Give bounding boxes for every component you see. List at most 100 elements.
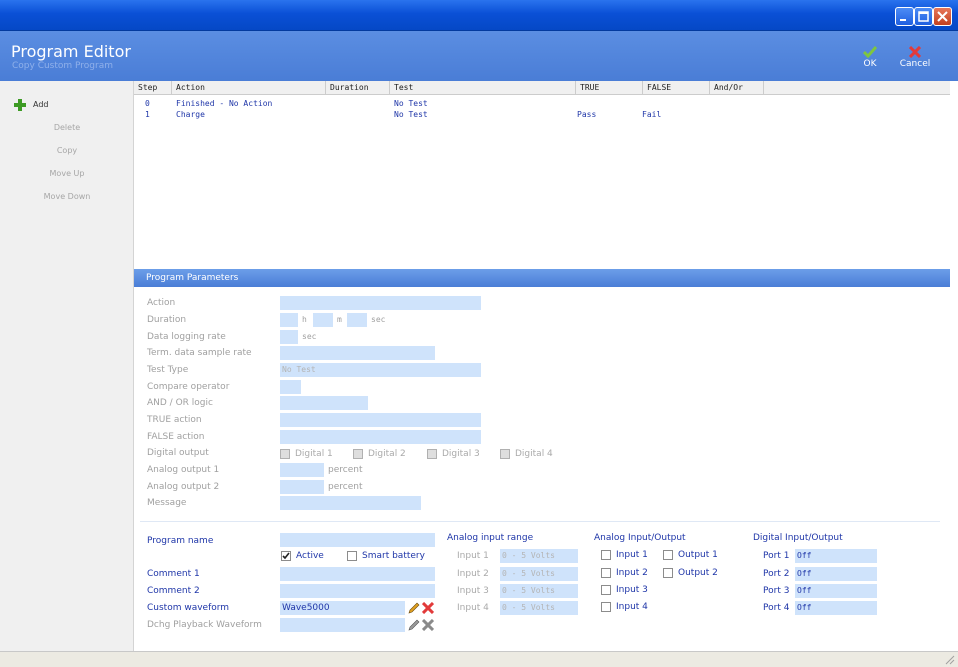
analog-range-input-1-label: Input 1 [457, 551, 489, 561]
copy-button[interactable]: Copy [0, 143, 134, 159]
column-header-true[interactable]: TRUE [576, 81, 643, 95]
dchg-playback-field[interactable] [280, 618, 405, 632]
program-name-label: Program name [147, 536, 214, 546]
test-type-field[interactable]: No Test [280, 363, 481, 377]
close-button[interactable] [933, 7, 952, 26]
cancel-button[interactable]: Cancel [898, 46, 932, 69]
page-subtitle: Copy Custom Program [12, 61, 114, 71]
digital-3-label: Digital 3 [442, 449, 480, 459]
edit-pencil-icon[interactable] [408, 619, 420, 631]
message-field[interactable] [280, 496, 421, 510]
data-logging-rate-field[interactable] [280, 330, 298, 344]
steps-table: Step Action Duration Test TRUE FALSE And… [134, 81, 950, 268]
duration-label: Duration [147, 315, 187, 325]
analog-range-input-4-label: Input 4 [457, 603, 489, 613]
term-rate-field[interactable] [280, 346, 435, 360]
program-parameters-header: Program Parameters [134, 269, 950, 287]
test-type-label: Test Type [147, 365, 189, 375]
compare-operator-field[interactable] [280, 380, 301, 394]
digital-4-checkbox[interactable] [500, 449, 510, 459]
and-or-logic-field[interactable] [280, 396, 368, 410]
move-down-button[interactable]: Move Down [0, 189, 134, 205]
editor-header: Program Editor Copy Custom Program [0, 31, 958, 81]
resize-grip-icon[interactable] [944, 654, 955, 665]
column-header-action[interactable]: Action [172, 81, 326, 95]
column-header-step[interactable]: Step [134, 81, 172, 95]
port-1-label: Port 1 [763, 551, 790, 561]
table-row[interactable]: 1 Charge No Test Pass Fail [134, 109, 950, 120]
port-2-label: Port 2 [763, 569, 790, 579]
duration-minutes-field[interactable] [313, 313, 333, 327]
analog-input-1-label: Input 1 [616, 550, 648, 560]
duration-hours-field[interactable] [280, 313, 298, 327]
table-row[interactable]: 0 Finished - No Action No Test [134, 98, 950, 109]
analog-range-input-1-field[interactable]: 0 - 5 Volts [500, 549, 578, 563]
true-action-field[interactable] [280, 413, 481, 427]
false-action-label: FALSE action [147, 432, 205, 442]
digital-1-label: Digital 1 [295, 449, 333, 459]
comment-1-field[interactable] [280, 567, 435, 581]
analog-output-1-io-label: Output 1 [678, 550, 718, 560]
dchg-playback-label: Dchg Playback Waveform [147, 620, 262, 630]
minimize-button[interactable] [895, 7, 914, 26]
edit-pencil-icon[interactable] [408, 602, 420, 614]
maximize-button[interactable] [914, 7, 933, 26]
hours-unit: h [302, 315, 307, 324]
digital-3-checkbox[interactable] [427, 449, 437, 459]
seconds-unit: sec [371, 315, 386, 324]
false-action-field[interactable] [280, 430, 481, 444]
column-header-and-or[interactable]: And/Or [710, 81, 764, 95]
true-action-label: TRUE action [147, 415, 202, 425]
maximize-icon [918, 11, 929, 22]
column-header-test[interactable]: Test [390, 81, 576, 95]
port-3-field[interactable]: Off [795, 584, 877, 598]
clear-x-icon[interactable] [422, 619, 434, 631]
port-4-field[interactable]: Off [795, 601, 877, 615]
port-3-label: Port 3 [763, 586, 790, 596]
analog-input-2-checkbox[interactable] [601, 568, 611, 578]
add-button[interactable]: Add [0, 97, 134, 113]
ok-button[interactable]: OK [853, 46, 887, 69]
column-header-duration[interactable]: Duration [326, 81, 390, 95]
digital-1-checkbox[interactable] [280, 449, 290, 459]
digital-output-label: Digital output [147, 448, 209, 458]
plus-icon [14, 99, 26, 111]
column-header-false[interactable]: FALSE [643, 81, 710, 95]
digital-4-label: Digital 4 [515, 449, 553, 459]
analog-output-2-checkbox[interactable] [663, 568, 673, 578]
compare-operator-label: Compare operator [147, 382, 230, 392]
analog-range-input-2-field[interactable]: 0 - 5 Volts [500, 567, 578, 581]
analog-input-1-checkbox[interactable] [601, 550, 611, 560]
analog-range-input-4-field[interactable]: 0 - 5 Volts [500, 601, 578, 615]
port-2-field[interactable]: Off [795, 567, 877, 581]
custom-waveform-field[interactable]: Wave5000 [280, 601, 405, 615]
action-field[interactable] [280, 296, 481, 310]
message-label: Message [147, 498, 187, 508]
comment-1-label: Comment 1 [147, 569, 200, 579]
comment-2-label: Comment 2 [147, 586, 200, 596]
program-name-field[interactable] [280, 533, 435, 547]
analog-input-3-label: Input 3 [616, 585, 648, 595]
divider [140, 521, 940, 522]
cancel-x-icon [909, 46, 921, 58]
close-icon [937, 11, 948, 22]
analog-output-1-field[interactable] [280, 463, 324, 477]
active-checkbox[interactable] [281, 551, 291, 561]
and-or-logic-label: AND / OR logic [147, 398, 213, 408]
move-up-button[interactable]: Move Up [0, 166, 134, 182]
smart-battery-checkbox[interactable] [347, 551, 357, 561]
analog-input-4-checkbox[interactable] [601, 602, 611, 612]
analog-input-3-checkbox[interactable] [601, 585, 611, 595]
analog-output-1-label: Analog output 1 [147, 465, 220, 475]
comment-2-field[interactable] [280, 584, 435, 598]
status-bar [0, 651, 958, 667]
analog-output-1-checkbox[interactable] [663, 550, 673, 560]
duration-seconds-field[interactable] [347, 313, 367, 327]
port-1-field[interactable]: Off [795, 549, 877, 563]
analog-output-2-field[interactable] [280, 480, 324, 494]
analog-range-input-3-field[interactable]: 0 - 5 Volts [500, 584, 578, 598]
analog-input-4-label: Input 4 [616, 602, 648, 612]
delete-button[interactable]: Delete [0, 120, 134, 136]
digital-2-checkbox[interactable] [353, 449, 363, 459]
clear-x-icon[interactable] [422, 602, 434, 614]
